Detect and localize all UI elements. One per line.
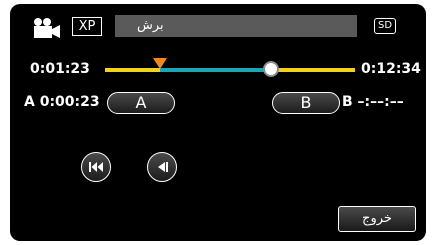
timeline-selection (160, 68, 275, 72)
point-a-time: A 0:00:23 (24, 94, 100, 110)
timeline-track-right (275, 68, 355, 72)
playhead-knob[interactable] (263, 61, 279, 77)
exit-button[interactable]: خروج (338, 206, 416, 232)
set-point-a-button[interactable]: A (107, 92, 175, 114)
media-badge: SD (374, 18, 396, 34)
video-camera-icon (32, 17, 62, 39)
frame-step-back-button[interactable] (147, 152, 177, 182)
timeline-track-left (105, 68, 160, 72)
point-b-time: B –:––:–– (342, 94, 404, 110)
set-point-b-button[interactable]: B (272, 92, 340, 114)
skip-to-start-icon (89, 162, 103, 172)
skip-to-start-button[interactable] (81, 152, 111, 182)
total-time: 0:12:34 (361, 61, 421, 77)
current-time: 0:01:23 (30, 61, 90, 77)
cut-screen: XP برش SD 0:01:23 0:12:34 A 0:00:23 A B … (10, 4, 426, 241)
frame-step-back-icon (158, 162, 168, 172)
point-a-marker-icon[interactable] (153, 54, 167, 69)
quality-badge: XP (72, 17, 102, 36)
page-title: برش (115, 15, 357, 37)
